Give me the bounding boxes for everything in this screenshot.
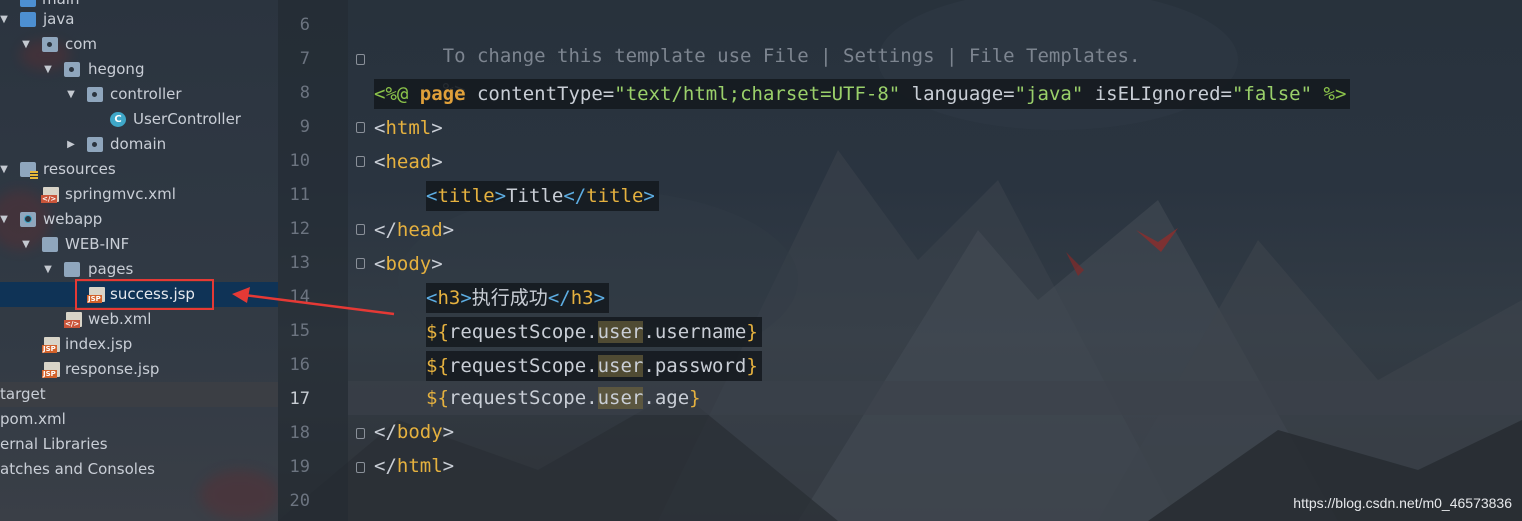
- folder-icon: [64, 262, 80, 277]
- chevron-right-icon[interactable]: ▶: [65, 132, 77, 157]
- xml-file-icon: </>: [41, 187, 59, 203]
- fold-marker-icon[interactable]: [356, 462, 365, 473]
- code-line-10[interactable]: <head>: [374, 147, 443, 177]
- line-number: 20: [289, 491, 310, 511]
- tree-item-domain[interactable]: ▶ domain: [0, 132, 278, 157]
- chevron-down-icon[interactable]: ▼: [20, 232, 32, 257]
- chevron-down-icon[interactable]: ▼: [65, 82, 77, 107]
- tree-item-hegong[interactable]: ▼ hegong: [0, 57, 278, 82]
- line-number: 9: [299, 117, 310, 137]
- code-line-13[interactable]: <body>: [374, 249, 443, 279]
- line-number: 18: [289, 423, 310, 443]
- code-line-16[interactable]: ${requestScope.user.password}: [426, 351, 762, 381]
- chevron-down-icon[interactable]: ▼: [0, 157, 10, 182]
- resources-folder-icon: [20, 162, 38, 179]
- package-icon: [87, 87, 103, 102]
- tree-item-target[interactable]: target: [0, 382, 278, 407]
- tree-item-pom-xml[interactable]: pom.xml: [0, 407, 278, 432]
- code-line-19[interactable]: </html>: [374, 451, 454, 481]
- folder-icon: [20, 0, 36, 7]
- tree-item-index-jsp[interactable]: JSP index.jsp: [0, 332, 278, 357]
- tree-item-java[interactable]: ▼ java: [0, 7, 278, 32]
- watermark-url: https://blog.csdn.net/m0_46573836: [1293, 495, 1512, 511]
- tree-item-response-jsp[interactable]: JSP response.jsp: [0, 357, 278, 382]
- code-line-17[interactable]: ${requestScope.user.age}: [426, 383, 701, 413]
- code-line-12[interactable]: </head>: [374, 215, 454, 245]
- fold-marker-icon[interactable]: [356, 156, 365, 167]
- tree-item-web-inf[interactable]: ▼ WEB-INF: [0, 232, 278, 257]
- tree-item-controller[interactable]: ▼ controller: [0, 82, 278, 107]
- fold-marker-icon[interactable]: [356, 122, 365, 133]
- code-line-6[interactable]: To change this template use File | Setti…: [374, 11, 1141, 67]
- code-line-18[interactable]: </body>: [374, 417, 454, 447]
- chevron-down-icon[interactable]: ▼: [0, 7, 10, 32]
- line-number: 15: [289, 321, 310, 341]
- code-line-15[interactable]: ${requestScope.user.username}: [426, 317, 762, 347]
- project-tree-panel: main ▼ java ▼ com ▼ hegong ▼ controller …: [0, 0, 278, 521]
- chevron-down-icon[interactable]: ▼: [42, 257, 54, 282]
- line-number-current: 17: [289, 389, 310, 409]
- annotation-highlight-box: [75, 279, 214, 310]
- chevron-down-icon[interactable]: ▼: [42, 57, 54, 82]
- tree-item-web-xml[interactable]: </> web.xml: [0, 307, 278, 332]
- package-icon: [42, 37, 58, 52]
- jsp-file-icon: JSP: [42, 362, 60, 378]
- line-number: 10: [289, 151, 310, 171]
- tree-item-webapp[interactable]: ▼ webapp: [0, 207, 278, 232]
- line-number: 13: [289, 253, 310, 273]
- folder-icon: [20, 12, 36, 27]
- line-number: 11: [289, 185, 310, 205]
- tree-item-usercontroller[interactable]: C UserController: [0, 107, 278, 132]
- class-icon: C: [110, 112, 126, 127]
- package-icon: [87, 137, 103, 152]
- fold-marker-icon[interactable]: [356, 224, 365, 235]
- fold-marker-icon[interactable]: [356, 54, 365, 65]
- tree-item-resources[interactable]: ▼ resources: [0, 157, 278, 182]
- tree-item-springmvc-xml[interactable]: </> springmvc.xml: [0, 182, 278, 207]
- jsp-file-icon: JSP: [42, 337, 60, 353]
- tree-item-scratches-and-consoles[interactable]: atches and Consoles: [0, 457, 278, 482]
- package-icon: [64, 62, 80, 77]
- line-number: 19: [289, 457, 310, 477]
- xml-file-icon: </>: [64, 312, 82, 328]
- code-line-7[interactable]: --%>: [374, 45, 466, 101]
- code-line-8[interactable]: <%@ page contentType="text/html;charset=…: [374, 79, 1351, 109]
- line-number: 6: [299, 15, 310, 35]
- line-number: 12: [289, 219, 310, 239]
- code-line-11[interactable]: <title>Title</title>: [426, 181, 659, 211]
- line-number: 8: [299, 83, 310, 103]
- chevron-down-icon[interactable]: ▼: [20, 32, 32, 57]
- code-editor[interactable]: 6 7 8 9 10 11 12 13 14 15 16 17 18 19 20…: [278, 0, 1522, 521]
- code-line-9[interactable]: <html>: [374, 113, 443, 143]
- web-folder-icon: [20, 212, 36, 227]
- line-number: 7: [299, 49, 310, 69]
- tree-item-com[interactable]: ▼ com: [0, 32, 278, 57]
- line-number: 16: [289, 355, 310, 375]
- tree-item-external-libraries[interactable]: ernal Libraries: [0, 432, 278, 457]
- chevron-down-icon[interactable]: ▼: [0, 207, 10, 232]
- folder-icon: [42, 237, 58, 252]
- line-number: 14: [289, 287, 310, 307]
- fold-marker-icon[interactable]: [356, 258, 365, 269]
- code-line-14[interactable]: <h3>执行成功</h3>: [426, 283, 610, 313]
- fold-marker-icon[interactable]: [356, 428, 365, 439]
